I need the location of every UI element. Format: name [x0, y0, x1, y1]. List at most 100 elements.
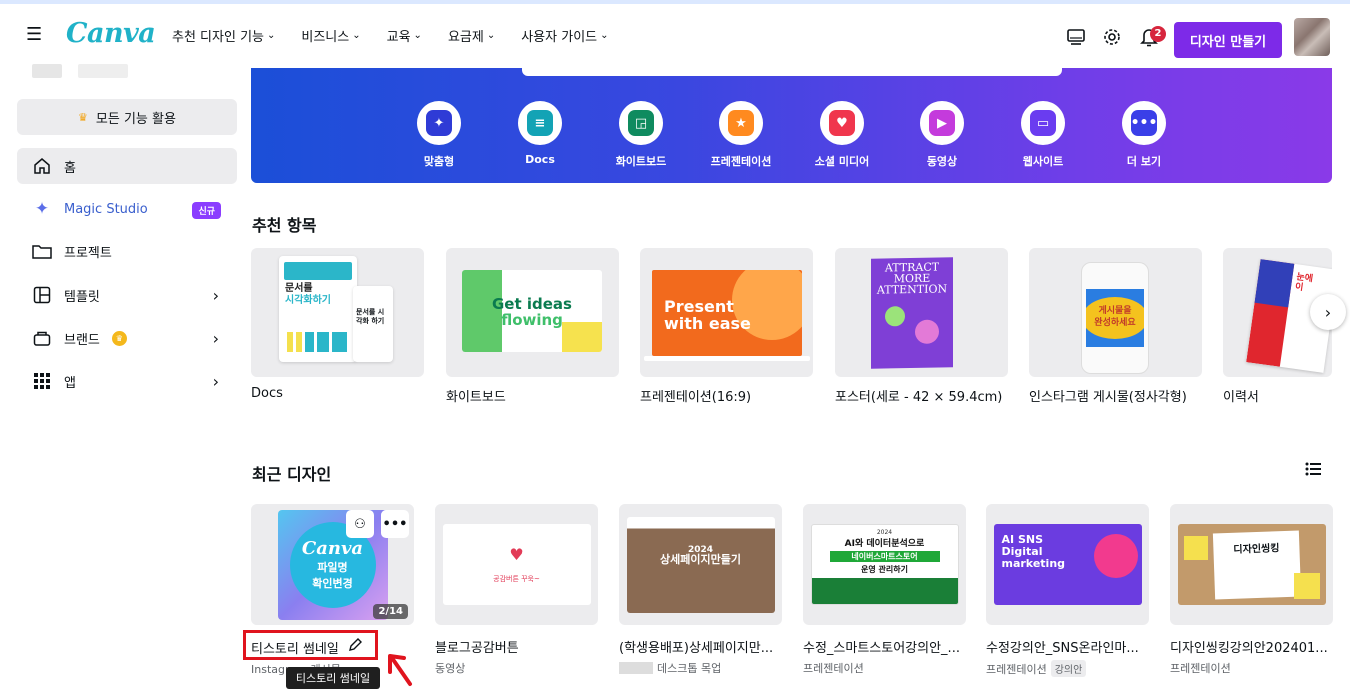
sidebar-item-brand[interactable]: 브랜드 ♛ › [17, 320, 237, 356]
chevron-down-icon: ⌄ [600, 30, 609, 41]
chevron-down-icon: ⌄ [413, 30, 422, 41]
category-label: 동영상 [926, 155, 958, 168]
more-options-button[interactable]: ••• [381, 510, 409, 538]
category-custom[interactable]: ✦ 맞춤형 [399, 101, 479, 169]
chevron-right-icon: › [1324, 302, 1332, 322]
detail-page-thumb: 2024 상세페이지만들기 [626, 516, 775, 613]
category-icon-circle: ▭ [1021, 101, 1065, 145]
top-nav: 추천 디자인 기능 ⌄ 비즈니스 ⌄ 교육 ⌄ 요금제 ⌄ 사용자 가이드 ⌄ [172, 26, 635, 45]
search-bar[interactable] [522, 68, 1062, 76]
home-icon [32, 156, 52, 176]
sidebar-item-label: 템플릿 [64, 289, 100, 305]
sidebar-item-label: 앱 [64, 375, 76, 391]
crown-badge-icon: ♛ [111, 330, 127, 346]
recent-design-card[interactable]: 디자인씽킹 디자인씽킹강의안202401... 프레젠테이션 [1170, 504, 1333, 676]
create-design-button[interactable]: 디자인 만들기 [1174, 22, 1282, 58]
heart-icon: ♥ [509, 545, 524, 564]
design-type: 프레젠테이션 [803, 662, 864, 675]
design-title[interactable]: 수정_스마트스토어강의안_... [803, 637, 963, 656]
recommended-card-presentation[interactable]: Present with ease 프레젠테이션(16:9) [640, 248, 813, 405]
recommended-thumb: 게시물을 완성하세요 [1029, 248, 1202, 377]
design-title[interactable]: 수정강의안_SNS온라인마... [986, 637, 1146, 656]
all-features-button[interactable]: ♛ 모든 기능 활용 [17, 99, 237, 135]
recommended-label: 화이트보드 [446, 390, 506, 405]
category-label: 화이트보드 [615, 155, 667, 168]
category-video[interactable]: ▶ 동영상 [902, 101, 982, 169]
recommended-card-docs[interactable]: 문서를 시각화하기 문서를 시각화 하기 Docs [251, 248, 424, 401]
design-type-row: 데스크톱 목업 [619, 660, 782, 676]
docs-icon: ≡ [527, 110, 553, 136]
share-people-icon[interactable]: ⚇ [346, 510, 374, 538]
sparkle-icon: ✦ [426, 110, 452, 136]
tistory-thumb-line: 확인변경 [312, 577, 353, 590]
whiteboard-thumb-text: Get ideas flowing [492, 295, 572, 329]
notification-badge: 2 [1150, 26, 1166, 42]
recommended-card-resume[interactable]: 눈에 이 이력서 [1223, 248, 1332, 405]
design-thinking-thumb-text: 디자인씽킹 [1232, 543, 1280, 556]
sidebar-item-projects[interactable]: 프로젝트 [17, 233, 237, 269]
blog-like-thumb: ♥ 공감버튼 꾸욱~ [442, 524, 591, 605]
nav-guide[interactable]: 사용자 가이드 ⌄ [521, 26, 608, 45]
recommended-label: Docs [251, 386, 283, 401]
nav-pricing[interactable]: 요금제 ⌄ [448, 26, 495, 45]
category-presentation[interactable]: ★ 프레젠테이션 [701, 101, 781, 169]
category-docs[interactable]: ≡ Docs [500, 101, 580, 166]
category-more[interactable]: ••• 더 보기 [1104, 101, 1184, 169]
category-icon-circle: ★ [719, 101, 763, 145]
presentation-slide: Present with ease [652, 270, 802, 356]
instagram-thumb-text: 게시물을 완성하세요 [1094, 306, 1136, 328]
chevron-down-icon: ⌄ [486, 30, 496, 41]
video-icon: ▶ [929, 110, 955, 136]
recommended-card-poster[interactable]: ATTRACT MORE ATTENTION 포스터(세로 - 42 × 59.4c… [835, 248, 1008, 405]
doc-page: 문서를 시각화하기 [279, 256, 357, 362]
canva-logo[interactable]: Canva [66, 18, 156, 49]
category-whiteboard[interactable]: ◲ 화이트보드 [601, 101, 681, 169]
carousel-next-button[interactable]: › [1310, 294, 1346, 330]
recent-design-card[interactable]: AI SNS Digital marketing 수정강의안_SNS온라인마... … [986, 504, 1149, 677]
resume-top-strip [1254, 259, 1295, 308]
recommended-label: 이력서 [1223, 390, 1259, 405]
highlight-box [243, 630, 378, 660]
sidebar-item-apps[interactable]: 앱 › [17, 363, 237, 399]
crown-icon: ♛ [78, 110, 88, 124]
sticky-note [1183, 536, 1208, 560]
recent-section-title: 최근 디자인 [252, 465, 332, 484]
sidebar-item-templates[interactable]: 템플릿 › [17, 277, 237, 313]
category-website[interactable]: ▭ 웹사이트 [1003, 101, 1083, 169]
presentation-thumb-text: Present with ease [664, 297, 751, 333]
page-count-badge: 2/14 [373, 604, 408, 619]
settings-gear-icon[interactable] [1101, 26, 1123, 48]
menu-icon[interactable]: ☰ [26, 25, 44, 45]
list-view-icon[interactable] [1305, 462, 1323, 480]
recommended-card-whiteboard[interactable]: Get ideas flowing 화이트보드 [446, 248, 619, 405]
nav-business[interactable]: 비즈니스 ⌄ [301, 26, 360, 45]
category-label: 더 보기 [1126, 155, 1162, 168]
sidebar-item-magic-studio[interactable]: ✦ Magic Studio 신규 [17, 191, 237, 227]
design-title[interactable]: (학생용배포)상세페이지만... [619, 637, 779, 656]
poster-flower [915, 319, 939, 344]
category-social-media[interactable]: ♥ 소셜 미디어 [802, 101, 882, 169]
smartstore-thumb-year: 2024 [876, 529, 893, 536]
nav-featured[interactable]: 추천 디자인 기능 ⌄ [172, 26, 275, 45]
laptop-base [644, 356, 810, 361]
design-thumb: Canva 파일명 확인변경 ⚇ ••• 2/14 [251, 504, 414, 625]
nav-education[interactable]: 교육 ⌄ [387, 26, 422, 45]
user-avatar[interactable] [1294, 18, 1330, 56]
more-icon: ••• [1131, 110, 1157, 136]
category-label: Docs [525, 153, 555, 166]
chevron-right-icon: › [212, 371, 219, 391]
title-tooltip: 티스토리 썸네일 [286, 667, 380, 689]
recent-design-card[interactable]: ♥ 공감버튼 꾸욱~ 블로그공감버튼 동영상 [435, 504, 598, 676]
recommended-thumb: Get ideas flowing [446, 248, 619, 377]
doc-bar-graphic [287, 332, 347, 352]
sidebar-item-home[interactable]: 홈 [17, 148, 237, 184]
design-thumb: AI SNS Digital marketing [986, 504, 1149, 625]
recent-design-card[interactable]: 2024 AI와 데이터분석으로 네이버스마트스토어 운영 관리하기 수정_스마… [803, 504, 966, 676]
whiteboard-icon: ◲ [628, 110, 654, 136]
recent-design-card[interactable]: 2024 상세페이지만들기 (학생용배포)상세페이지만... 데스크톱 목업 [619, 504, 782, 676]
blog-like-thumb-text: 공감버튼 꾸욱~ [493, 575, 540, 583]
recommended-card-instagram[interactable]: 게시물을 완성하세요 인스타그램 게시물(정사각형) [1029, 248, 1202, 405]
design-title[interactable]: 디자인씽킹강의안202401... [1170, 637, 1330, 656]
design-title[interactable]: 블로그공감버튼 [435, 637, 595, 656]
desktop-app-icon[interactable] [1065, 26, 1087, 48]
